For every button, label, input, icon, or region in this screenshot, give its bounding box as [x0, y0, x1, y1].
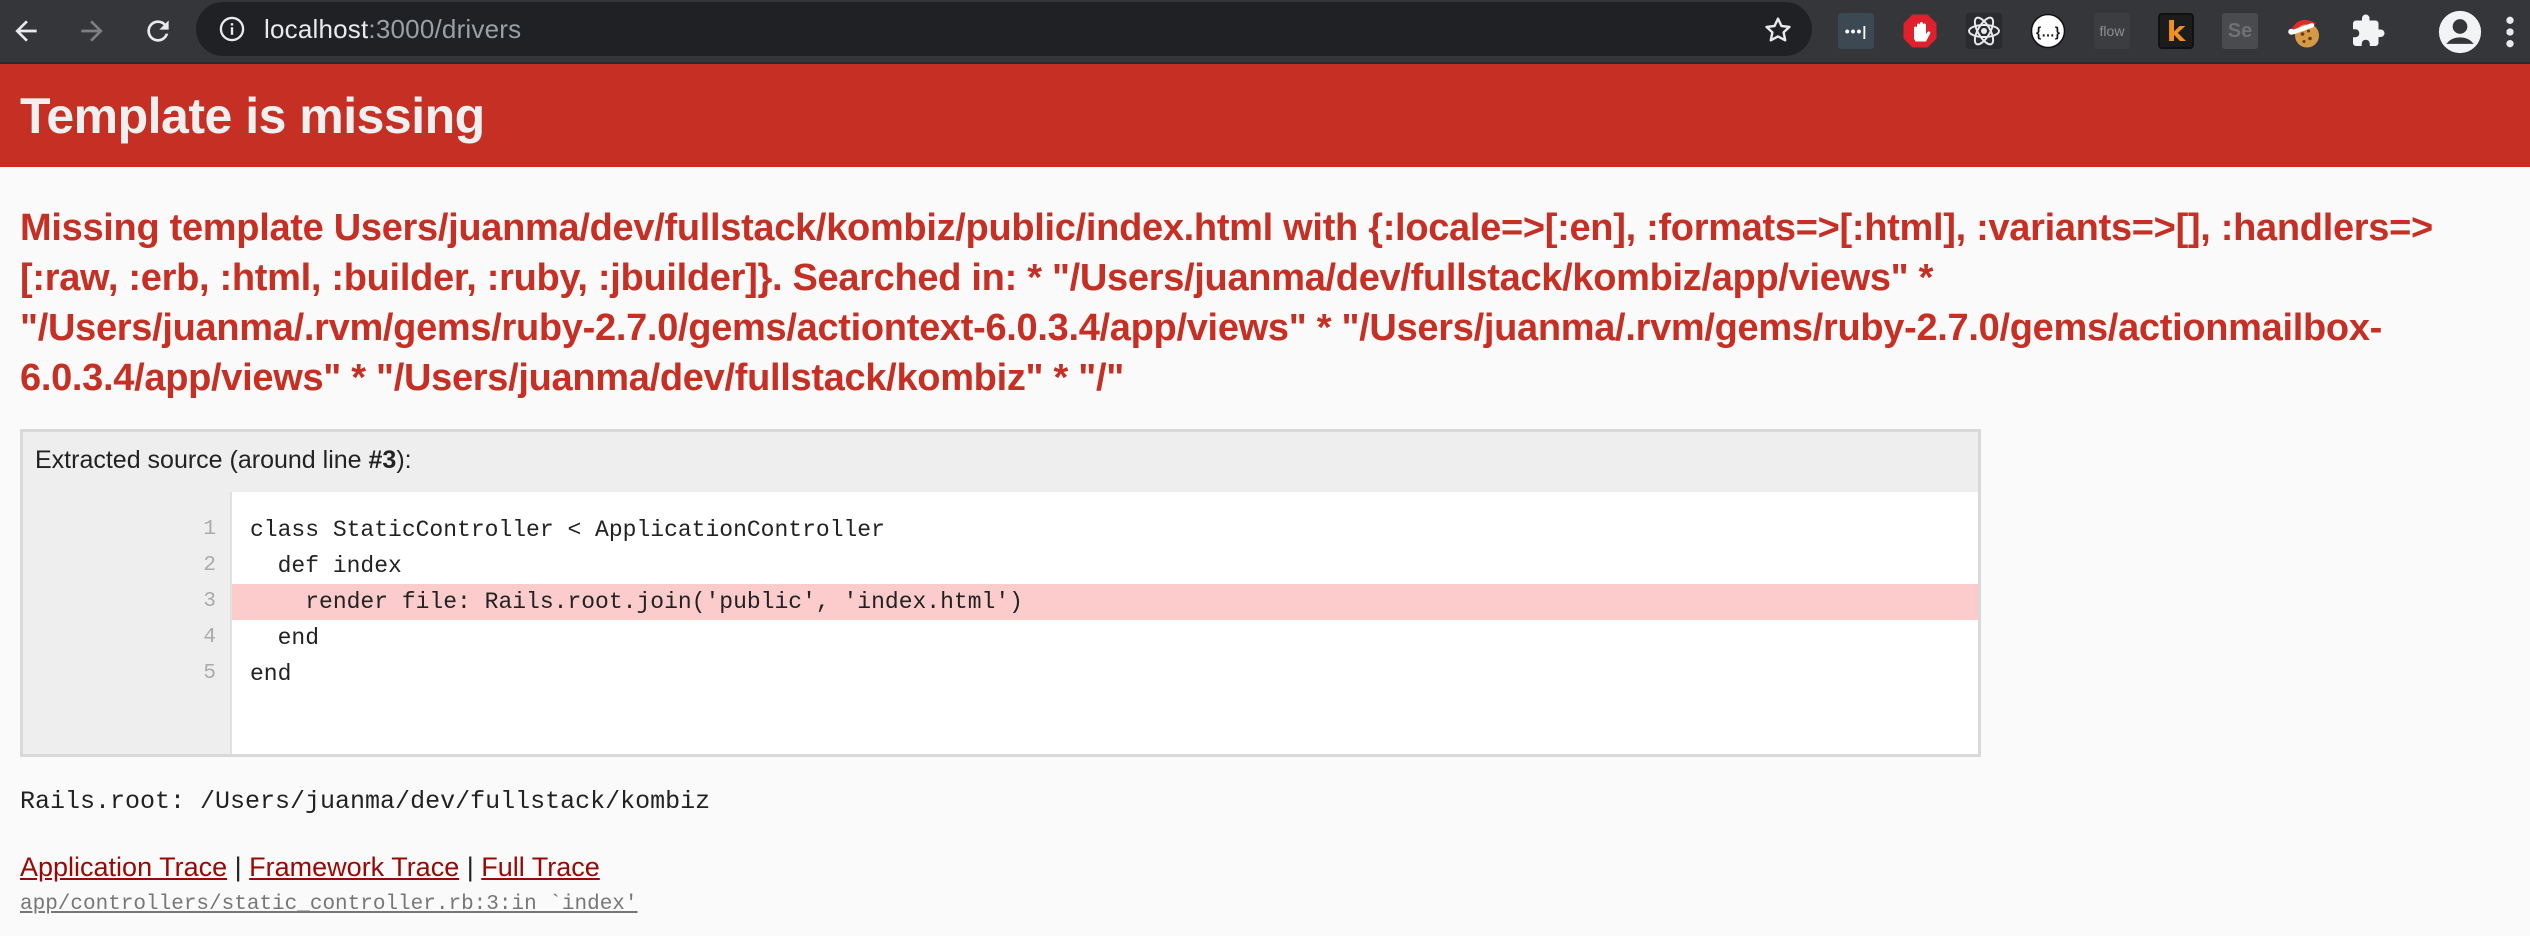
reload-icon — [147, 20, 169, 42]
rails-root: Rails.root: /Users/juanma/dev/fullstack/… — [20, 787, 711, 816]
code-line: end — [250, 625, 320, 651]
extension-selenium-ide[interactable]: Se — [2222, 13, 2258, 49]
code-line: class StaticController < ApplicationCont… — [250, 517, 885, 543]
lastpass-icon: •••| — [1844, 23, 1868, 39]
line-numbers: 1 2 3 4 5 — [23, 492, 232, 754]
framework-trace-link[interactable]: Framework Trace — [249, 852, 459, 882]
react-atom-icon — [1968, 16, 2000, 46]
line-number: 2 — [203, 554, 216, 577]
application-trace-link[interactable]: Application Trace — [20, 852, 227, 882]
reload-button[interactable] — [134, 7, 182, 55]
k-icon: k — [2166, 14, 2186, 48]
extracted-source: Extracted source (around line #3): 1 2 3… — [20, 429, 1981, 757]
extensions-menu-button[interactable] — [2350, 13, 2386, 49]
source-code: class StaticController < ApplicationCont… — [232, 492, 1978, 754]
error-banner: Template is missing — [0, 64, 2530, 167]
extension-json-formatter[interactable]: {…} — [2030, 13, 2066, 49]
trace-separator: | — [466, 852, 474, 882]
extension-flow[interactable]: flow — [2094, 13, 2130, 49]
flow-icon: flow — [2099, 23, 2125, 39]
profile-icon[interactable] — [2438, 10, 2482, 54]
arrow-right-icon — [81, 20, 103, 42]
star-icon[interactable] — [1762, 14, 1794, 46]
adblock-hand-icon — [1903, 14, 1937, 48]
extensions-bar: •••| {…} flow k Se — [1838, 8, 2414, 54]
code-line: end — [250, 661, 292, 687]
code-line: def index — [250, 553, 402, 579]
error-message: Missing template Users/juanma/dev/fullst… — [20, 207, 2433, 399]
url-host: localhost — [264, 13, 369, 44]
vertical-dots-icon[interactable] — [2498, 12, 2522, 52]
info-icon[interactable] — [218, 15, 246, 43]
page-title: Template is missing — [20, 87, 485, 144]
json-braces-icon: {…} — [2030, 13, 2066, 49]
trace-separator: | — [234, 852, 242, 882]
forward-button[interactable] — [68, 7, 116, 55]
puzzle-icon — [2353, 14, 2385, 46]
source-body: 1 2 3 4 5 class StaticController < Appli… — [23, 492, 1978, 754]
arrow-left-icon — [15, 20, 37, 42]
cookie-santa-hat-icon — [2288, 19, 2319, 48]
address-bar[interactable]: localhost:3000/drivers — [196, 2, 1812, 56]
trace-links: Application Trace | Framework Trace | Fu… — [20, 852, 2510, 883]
back-button[interactable] — [2, 7, 50, 55]
line-number: 3 — [203, 590, 216, 613]
svg-text:{…}: {…} — [2036, 24, 2061, 39]
source-heading: Extracted source (around line #3): — [23, 432, 1978, 492]
url-text[interactable]: localhost:3000/drivers — [264, 14, 521, 45]
selenium-icon: Se — [2227, 19, 2253, 42]
extension-adblock[interactable] — [1902, 13, 1938, 49]
url-path: :3000/drivers — [368, 13, 522, 44]
line-number: 1 — [203, 518, 216, 541]
line-number: 5 — [203, 662, 216, 685]
full-trace-link[interactable]: Full Trace — [481, 852, 600, 882]
source-heading-prefix: Extracted source (around line — [35, 446, 369, 474]
source-heading-suffix: ): — [396, 446, 412, 474]
code-line-highlighted: render file: Rails.root.join('public', '… — [232, 584, 1978, 620]
browser-toolbar: localhost:3000/drivers •••| {…} flow k S… — [0, 0, 2530, 64]
extension-react-devtools[interactable] — [1966, 13, 2002, 49]
trace-line-link[interactable]: app/controllers/static_controller.rb:3:i… — [20, 893, 2510, 916]
source-heading-line: #3 — [368, 446, 397, 474]
extension-k[interactable]: k — [2158, 13, 2194, 49]
extension-lastpass[interactable]: •••| — [1838, 13, 1874, 49]
line-number: 4 — [203, 626, 216, 649]
error-content: Missing template Users/juanma/dev/fullst… — [0, 203, 2530, 916]
extension-cookie-editor[interactable] — [2286, 13, 2322, 49]
